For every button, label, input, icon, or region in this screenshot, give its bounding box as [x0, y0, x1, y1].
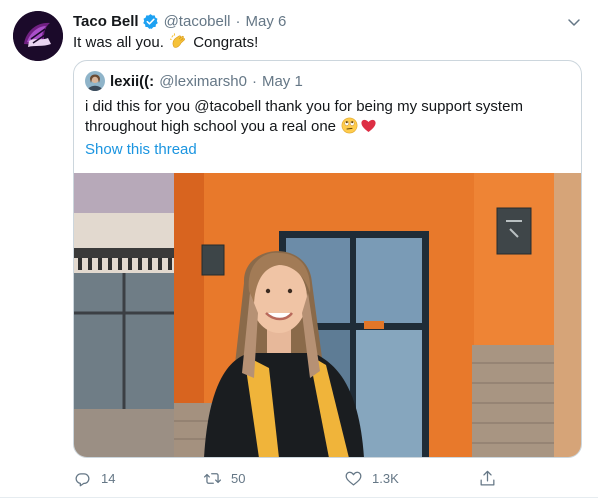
- tweet[interactable]: Taco Bell @tacobell · May 6 It was all y…: [0, 0, 598, 498]
- share-icon: [480, 470, 495, 485]
- like-count: 1.3K: [372, 470, 399, 486]
- taco-bell-avatar[interactable]: [13, 11, 63, 61]
- reply-count: 14: [101, 470, 116, 486]
- quoted-tweet-body: i did this for you @tacobell thank you f…: [85, 98, 523, 135]
- quoted-author-avatar: [85, 71, 105, 91]
- separator-dot: ·: [251, 72, 257, 90]
- red-heart-icon: [360, 117, 377, 134]
- retweet-button[interactable]: 50: [203, 466, 245, 490]
- separator-dot: ·: [235, 12, 241, 30]
- rolling-eyes-face-icon: [341, 117, 358, 134]
- tweet-text-part-1: It was all you.: [73, 34, 164, 51]
- author-handle[interactable]: @tacobell: [164, 13, 231, 30]
- quoted-tweet-photo[interactable]: [74, 173, 581, 457]
- quoted-tweet-date: May 1: [261, 72, 303, 90]
- quoted-tweet-card[interactable]: lexii((: @leximarsh0 · May 1 i did this …: [73, 60, 582, 458]
- show-thread-link[interactable]: Show this thread: [85, 140, 197, 160]
- share-button[interactable]: [478, 466, 506, 490]
- like-button[interactable]: 1.3K: [344, 466, 399, 490]
- tweet-date[interactable]: May 6: [246, 13, 287, 30]
- reply-button[interactable]: 14: [73, 466, 115, 490]
- quoted-author-handle: @leximarsh0: [159, 72, 247, 90]
- graduate-photo-image: [74, 173, 581, 457]
- quoted-author-name: lexii((:: [110, 72, 155, 90]
- quoted-tweet-text: i did this for you @tacobell thank you f…: [85, 97, 575, 137]
- author-name[interactable]: Taco Bell: [73, 13, 139, 30]
- heart-icon: [345, 471, 362, 485]
- clapping-hands-icon: [169, 33, 187, 50]
- tweet-text: It was all you. Congrats!: [73, 33, 258, 53]
- more-options-chevron-down-icon[interactable]: [564, 12, 584, 32]
- taco-bell-logo-icon: [13, 11, 63, 61]
- retweet-icon: [203, 472, 222, 484]
- retweet-count: 50: [231, 470, 246, 486]
- tweet-text-part-2: Congrats!: [193, 34, 259, 51]
- verified-badge-icon: [142, 13, 159, 30]
- quoted-tweet-header: lexii((: @leximarsh0 · May 1: [85, 71, 303, 91]
- tweet-header: Taco Bell @tacobell · May 6: [73, 11, 286, 31]
- reply-icon: [75, 472, 90, 486]
- tweet-actions-bar: 14 50 1.3K: [73, 466, 503, 490]
